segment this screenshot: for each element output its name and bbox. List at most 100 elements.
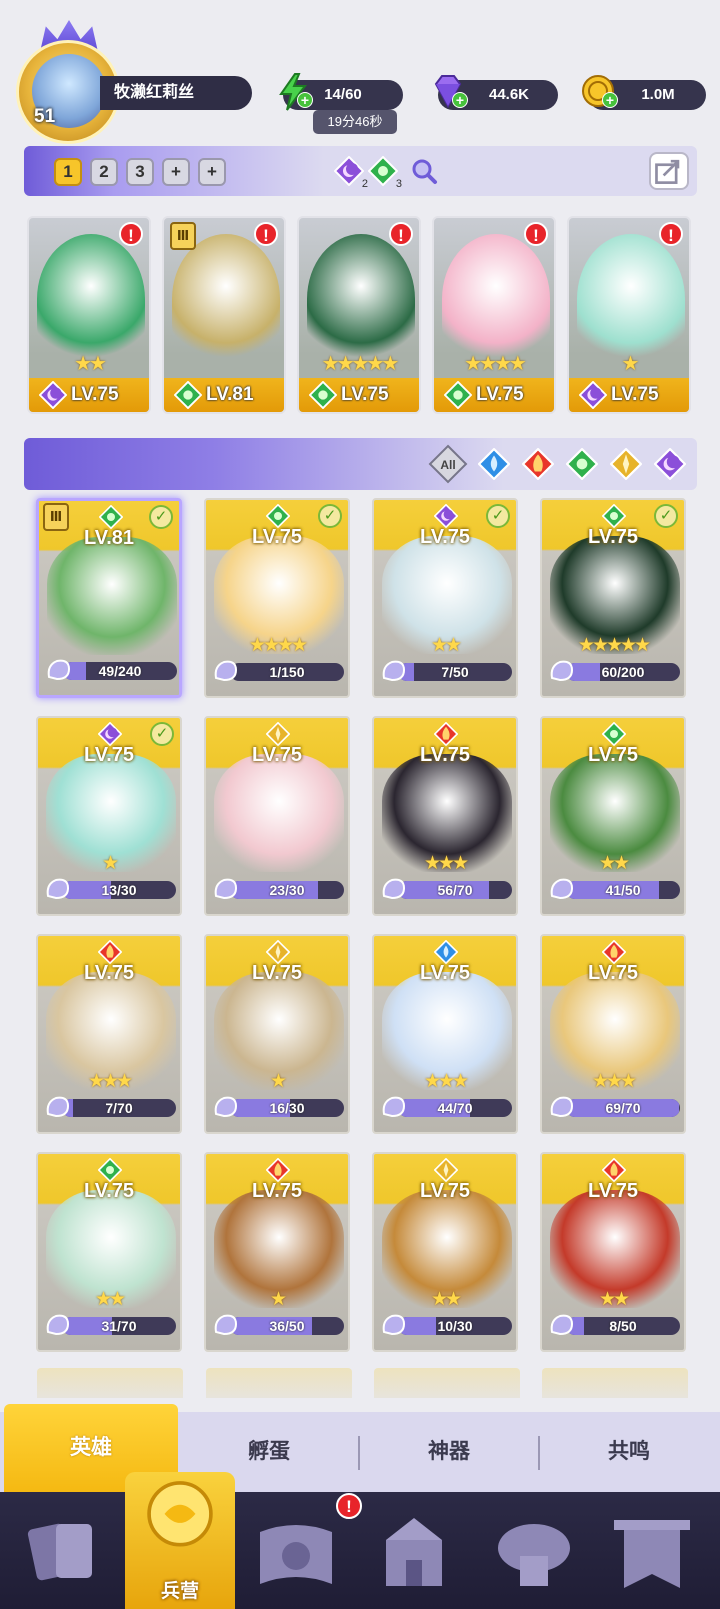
hero-portrait bbox=[307, 234, 415, 364]
in-team-check-icon: ✓ bbox=[654, 504, 678, 528]
shard-progress: 69/70 bbox=[548, 1096, 680, 1118]
hero-level: LV.75 bbox=[419, 744, 471, 766]
top-bar: 51 牧濑红莉丝 + 14/60 19分46秒 + 44.6K + 1.0M bbox=[0, 0, 720, 144]
shard-progress: 60/200 bbox=[548, 660, 680, 682]
element-badge bbox=[265, 503, 291, 529]
filter-dark-button[interactable] bbox=[653, 447, 687, 481]
star-rating: ★★★★ bbox=[464, 353, 527, 375]
dark-element-icon bbox=[433, 503, 459, 529]
element-badge bbox=[38, 380, 68, 410]
shard-count: 8/50 bbox=[609, 1318, 637, 1334]
hero-card[interactable]: Ⅲ ✓ LV.81 49/240 bbox=[36, 498, 182, 698]
filter-all-button[interactable]: All bbox=[428, 444, 468, 484]
tab-resonance[interactable]: 共鸣 bbox=[540, 1412, 718, 1492]
notification-badge: ! bbox=[336, 1493, 362, 1519]
hero-card[interactable]: LV.75 ★ 16/30 bbox=[204, 934, 350, 1134]
hero-card[interactable]: LV.75 ★★★ 69/70 bbox=[540, 934, 686, 1134]
nav-banner[interactable] bbox=[602, 1506, 702, 1602]
tab-artifact[interactable]: 神器 bbox=[360, 1412, 538, 1492]
gem-counter[interactable]: + 44.6K bbox=[434, 75, 558, 110]
hero-card-partial[interactable] bbox=[37, 1368, 183, 1398]
nav-book[interactable] bbox=[246, 1506, 346, 1602]
shard-track: 49/240 bbox=[63, 662, 177, 680]
energy-counter[interactable]: + 14/60 bbox=[279, 73, 403, 111]
team-dark-count: 2 bbox=[333, 155, 368, 190]
add-gems-icon[interactable]: + bbox=[452, 92, 468, 108]
hero-level: LV.75 bbox=[251, 962, 303, 984]
hero-card[interactable]: LV.75 23/30 bbox=[204, 716, 350, 916]
add-energy-icon[interactable]: + bbox=[297, 92, 313, 108]
team-hero-card[interactable]: ! ★★★★ LV.75 bbox=[432, 216, 556, 414]
soul-shard-icon bbox=[382, 1314, 406, 1336]
share-button[interactable] bbox=[649, 152, 689, 190]
in-team-check-icon: ✓ bbox=[149, 505, 173, 529]
add-gold-icon[interactable]: + bbox=[602, 92, 618, 108]
dark-element-icon bbox=[653, 447, 687, 481]
hero-level: LV.75 bbox=[83, 744, 135, 766]
filter-nature-button[interactable] bbox=[565, 447, 599, 481]
shard-count: 7/70 bbox=[105, 1100, 133, 1116]
shard-progress: 1/150 bbox=[212, 660, 344, 682]
shard-progress: 8/50 bbox=[548, 1314, 680, 1336]
hero-card[interactable]: ✓ LV.75 ★★★★★ 60/200 bbox=[540, 498, 686, 698]
hero-portrait bbox=[577, 234, 685, 364]
hero-card[interactable]: LV.75 ★★ 31/70 bbox=[36, 1152, 182, 1352]
hero-card[interactable]: LV.75 ★★ 8/50 bbox=[540, 1152, 686, 1352]
hero-level: LV.75 bbox=[476, 384, 524, 405]
team-slot-3[interactable]: 3 bbox=[126, 158, 154, 186]
hero-card[interactable]: LV.75 ★★★ 56/70 bbox=[372, 716, 518, 916]
team-hero-card[interactable]: ! ★★ LV.75 bbox=[27, 216, 151, 414]
hero-level: LV.75 bbox=[419, 526, 471, 548]
shard-count: 49/240 bbox=[98, 663, 142, 679]
hero-card[interactable]: LV.75 ★★ 10/30 bbox=[372, 1152, 518, 1352]
hero-level: LV.75 bbox=[587, 526, 639, 548]
hero-level: LV.75 bbox=[251, 1180, 303, 1202]
star-rating: ★★★ bbox=[423, 853, 469, 874]
nav-castle[interactable] bbox=[364, 1506, 464, 1602]
player-level: 51 bbox=[34, 106, 56, 127]
magnifier-icon[interactable] bbox=[410, 157, 438, 185]
filter-fire-button[interactable] bbox=[521, 447, 555, 481]
shard-progress: 16/30 bbox=[212, 1096, 344, 1118]
hero-card-partial[interactable] bbox=[542, 1368, 688, 1398]
hero-card[interactable]: ✓ LV.75 ★★ 7/50 bbox=[372, 498, 518, 698]
hero-card[interactable]: ✓ LV.75 ★ 13/30 bbox=[36, 716, 182, 916]
filter-light-button[interactable] bbox=[609, 447, 643, 481]
gem-value: 44.6K bbox=[488, 86, 530, 103]
shard-progress: 13/30 bbox=[44, 878, 176, 900]
add-team-slot-button[interactable]: + bbox=[198, 158, 226, 186]
gold-counter[interactable]: + 1.0M bbox=[582, 75, 706, 110]
team-slot-1[interactable]: 1 bbox=[54, 158, 82, 186]
team-hero-card[interactable]: ! ★★★★★ LV.75 bbox=[297, 216, 421, 414]
hero-card[interactable]: LV.75 ★★ 41/50 bbox=[540, 716, 686, 916]
filter-water-button[interactable] bbox=[477, 447, 511, 481]
nav-barracks[interactable]: 兵营 bbox=[125, 1472, 235, 1609]
shard-track: 7/70 bbox=[62, 1099, 176, 1117]
hero-card[interactable]: LV.75 ★★★ 44/70 bbox=[372, 934, 518, 1134]
hero-card[interactable]: LV.75 ★★★ 7/70 bbox=[36, 934, 182, 1134]
hero-card[interactable]: ✓ LV.75 ★★★★ 1/150 bbox=[204, 498, 350, 698]
element-badge bbox=[97, 1157, 123, 1183]
light-element-icon bbox=[265, 721, 291, 747]
star-rating: ★★★★★ bbox=[321, 353, 400, 375]
nature-element-icon bbox=[265, 503, 291, 529]
shard-track: 69/70 bbox=[566, 1099, 680, 1117]
nav-guild[interactable] bbox=[484, 1506, 584, 1602]
nature-element-icon bbox=[601, 503, 627, 529]
hero-level: LV.75 bbox=[587, 744, 639, 766]
hero-level: LV.81 bbox=[206, 384, 254, 405]
nav-cards[interactable] bbox=[14, 1506, 114, 1602]
star-rating: ★★★★★ bbox=[577, 635, 651, 656]
alert-badge: ! bbox=[389, 222, 413, 246]
alert-badge: ! bbox=[119, 222, 143, 246]
team-slot-2[interactable]: 2 bbox=[90, 158, 118, 186]
team-hero-card[interactable]: ! ★ LV.75 bbox=[567, 216, 691, 414]
team-hero-card[interactable]: Ⅲ! LV.81 bbox=[162, 216, 286, 414]
dark-element-icon bbox=[38, 380, 68, 410]
hero-card[interactable]: LV.75 ★ 36/50 bbox=[204, 1152, 350, 1352]
hero-card-partial[interactable] bbox=[206, 1368, 352, 1398]
shard-progress: 7/70 bbox=[44, 1096, 176, 1118]
light-element-icon bbox=[433, 1157, 459, 1183]
hero-card-partial[interactable] bbox=[374, 1368, 520, 1398]
add-team-slot-button[interactable]: + bbox=[162, 158, 190, 186]
